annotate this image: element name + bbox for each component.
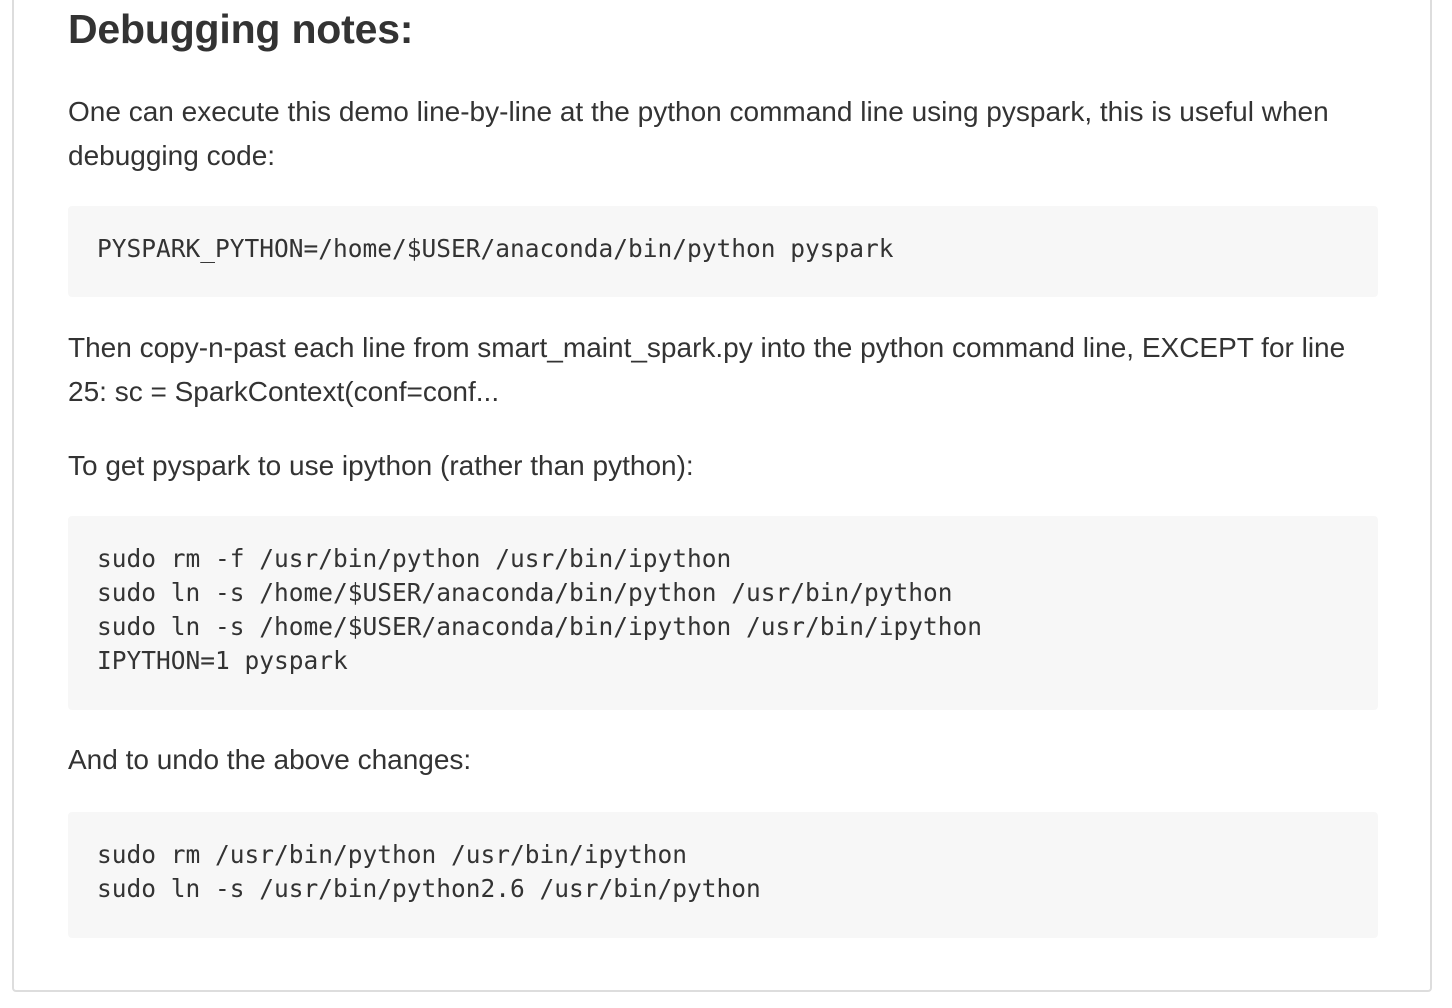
intro-paragraph: One can execute this demo line-by-line a… [68, 96, 1329, 171]
code-block-undo: sudo rm /usr/bin/python /usr/bin/ipython… [68, 812, 1378, 938]
code-line: sudo ln -s /usr/bin/python2.6 /usr/bin/p… [97, 874, 761, 903]
section-heading: Debugging notes: [68, 6, 414, 52]
undo-paragraph: And to undo the above changes: [68, 744, 472, 775]
code-line: sudo ln -s /home/$USER/anaconda/bin/ipyt… [97, 612, 983, 641]
code-line: sudo rm -f /usr/bin/python /usr/bin/ipyt… [97, 544, 732, 573]
code-block-launch: PYSPARK_PYTHON=/home/$USER/anaconda/bin/… [68, 206, 1378, 297]
copy-paste-paragraph: Then copy-n-past each line from smart_ma… [68, 332, 1346, 407]
readme-article: Debugging notes: One can execute this de… [12, 0, 1432, 992]
code-line: IPYTHON=1 pyspark [97, 646, 348, 675]
code-line: PYSPARK_PYTHON=/home/$USER/anaconda/bin/… [97, 234, 894, 263]
ipython-paragraph: To get pyspark to use ipython (rather th… [68, 450, 694, 481]
code-line: sudo rm /usr/bin/python /usr/bin/ipython [97, 840, 688, 869]
code-line: sudo ln -s /home/$USER/anaconda/bin/pyth… [97, 578, 953, 607]
code-block-ipython-setup: sudo rm -f /usr/bin/python /usr/bin/ipyt… [68, 516, 1378, 710]
